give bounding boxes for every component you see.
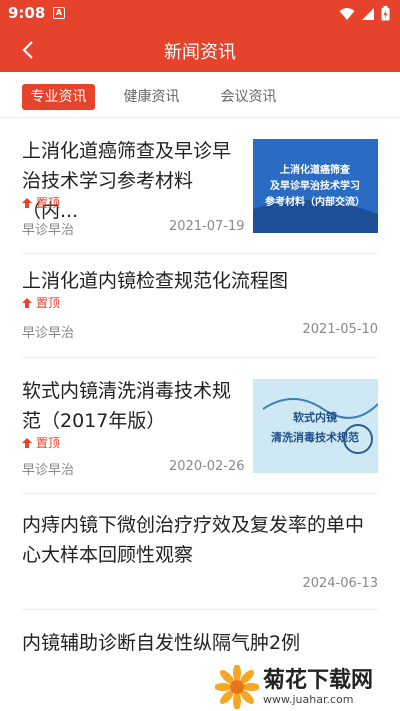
news-source: 早诊早治 <box>22 326 75 341</box>
app-notification-icon: A <box>53 7 65 19</box>
news-date: 2024-06-13 <box>302 576 378 591</box>
watermark-url: www.juahar.com <box>263 692 354 706</box>
thumbnail-text: 清洗消毒技术规范 <box>271 430 359 444</box>
status-time: 9:08 <box>8 4 46 22</box>
battery-icon <box>381 6 390 21</box>
pin-icon <box>22 437 32 448</box>
article-thumbnail: 软式内镜 清洗消毒技术规范 <box>253 379 378 473</box>
news-title: 内镜辅助诊断自发性纵隔气肿2例 <box>22 632 301 654</box>
news-title: 软式内镜清洗消毒技术规 范（2017年版） <box>22 380 232 432</box>
pin-icon <box>22 297 32 308</box>
signal-icon <box>362 7 374 20</box>
news-title: 内痔内镜下微创治疗疗效及复发率的单中 心大样本回顾性观察 <box>22 514 365 566</box>
article-thumbnail: 上消化道癌筛查 及早诊早治技术学习 参考材料（内部交流） <box>253 139 378 233</box>
app-bar: 新闻资讯 <box>0 28 400 72</box>
thumbnail-graphic: 软式内镜 清洗消毒技术规范 <box>253 379 378 473</box>
tab-professional-news[interactable]: 专业资讯 <box>22 84 95 110</box>
news-date: 2021-07-19 <box>169 219 245 234</box>
pin-icon <box>22 197 32 208</box>
pinned-badge: 置顶 <box>22 194 60 211</box>
news-date: 2020-02-26 <box>169 459 245 474</box>
tab-health-news[interactable]: 健康资讯 <box>115 84 188 110</box>
pinned-badge: 置顶 <box>22 434 60 451</box>
status-bar: 9:08 A <box>0 0 400 28</box>
thumbnail-text: 参考材料（内部交流） <box>265 195 365 208</box>
news-date: 2021-05-10 <box>302 322 378 337</box>
news-item[interactable]: 软式内镜清洗消毒技术规 范（2017年版） 置顶 早诊早治 2020-02-26… <box>22 358 378 494</box>
status-icons <box>339 6 390 21</box>
watermark: 菊花下载网 www.juahar.com <box>215 663 400 711</box>
news-source: 早诊早治 <box>22 463 75 478</box>
thumbnail-text: 及早诊早治技术学习 <box>270 179 360 192</box>
category-tabs: 专业资讯 健康资讯 会议资讯 <box>0 72 400 118</box>
news-title: 上消化道内镜检查规范化流程图 <box>22 270 289 292</box>
page-title: 新闻资讯 <box>164 42 236 63</box>
news-item[interactable]: 上消化道癌筛查及早诊早 治技术学习参考材料（内... 置顶 早诊早治 2021-… <box>22 118 378 254</box>
pinned-badge: 置顶 <box>22 294 60 311</box>
news-item[interactable]: 内痔内镜下微创治疗疗效及复发率的单中 心大样本回顾性观察 2024-06-13 <box>22 494 378 610</box>
news-item[interactable]: 上消化道内镜检查规范化流程图 置顶 早诊早治 2021-05-10 <box>22 254 378 358</box>
tab-conference-news[interactable]: 会议资讯 <box>212 84 285 110</box>
wifi-icon <box>339 7 355 20</box>
watermark-text: 菊花下载网 <box>263 667 374 693</box>
news-title: 上消化道癌筛查及早诊早 治技术学习参考材料（内... <box>22 140 232 222</box>
chrysanthemum-logo-icon <box>215 665 259 709</box>
news-source: 早诊早治 <box>22 223 75 238</box>
thumbnail-text: 软式内镜 <box>293 410 337 424</box>
thumbnail-text: 上消化道癌筛查 <box>280 163 351 176</box>
thumbnail-graphic: 上消化道癌筛查 及早诊早治技术学习 参考材料（内部交流） <box>253 139 378 233</box>
